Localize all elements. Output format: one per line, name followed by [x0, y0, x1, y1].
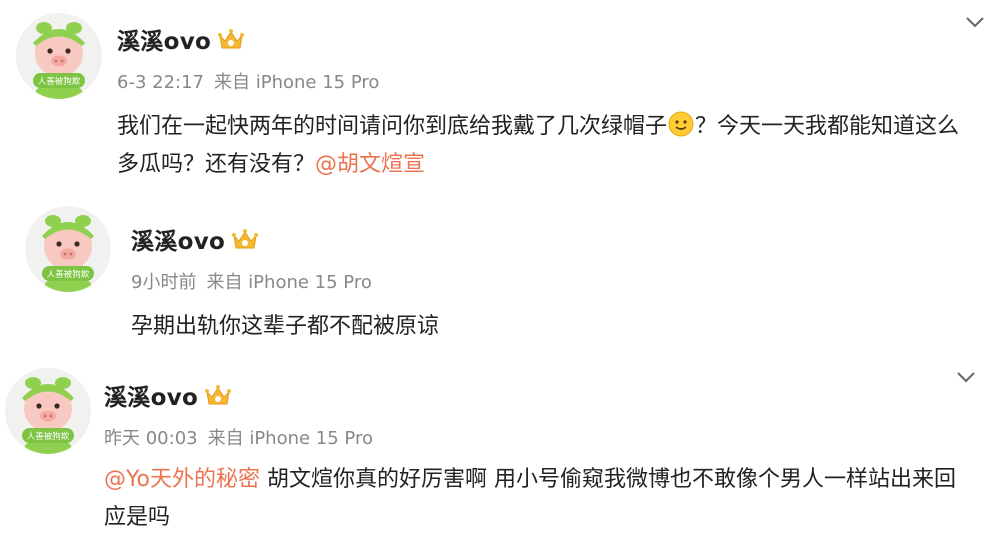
crown-icon [231, 228, 259, 252]
post-time[interactable]: 6-3 22:17 [117, 72, 204, 93]
post-content: 我们在一起快两年的时间请问你到底给我戴了几次绿帽子 ？今天一天我都能知道这么多瓜吗… [117, 108, 977, 184]
username[interactable]: 溪溪ovo [131, 222, 259, 256]
avatar-badge-text: 人善被狗欺 [38, 76, 81, 87]
mention-link[interactable]: @Yo天外的秘密 [104, 467, 260, 492]
avatar[interactable]: 人善被狗欺 [16, 13, 102, 99]
username[interactable]: 溪溪ovo [104, 378, 232, 412]
crown-icon [204, 384, 232, 408]
post-meta: 昨天 00:03 来自 iPhone 15 Pro [104, 424, 373, 450]
post-source: 来自 iPhone 15 Pro [214, 72, 380, 93]
post-1: 人善被狗欺 溪溪ovo 6-3 22:17 来自 iPhone 15 Pro 我们… [0, 0, 1000, 190]
username-text[interactable]: 溪溪ovo [104, 385, 198, 411]
smile-emoji-icon [668, 111, 694, 137]
post-text: 孕期出轨你这辈子都不配被原谅 [131, 314, 440, 339]
username-text[interactable]: 溪溪ovo [117, 29, 211, 55]
mention-link[interactable]: @胡文煊宣 [315, 152, 425, 177]
post-3: 人善被狗欺 溪溪ovo 昨天 00:03 来自 iPhone 15 Pro @Yo… [0, 350, 1000, 543]
post-content: @Yo天外的秘密 胡文煊你真的好厉害啊 用小号偷窥我微博也不敢像个男人一样站出来… [104, 461, 974, 537]
post-text: 我们在一起快两年的时间请问你到底给我戴了几次绿帽子 [117, 114, 668, 139]
crown-icon [217, 28, 245, 52]
username[interactable]: 溪溪ovo [117, 22, 245, 56]
username-text[interactable]: 溪溪ovo [131, 229, 225, 255]
post-2: 人善被狗欺 溪溪ovo 9小时前 来自 iPhone 15 Pro 孕期出轨你这辈… [0, 190, 1000, 350]
post-meta: 9小时前 来自 iPhone 15 Pro [131, 268, 372, 294]
chevron-down-icon[interactable] [961, 12, 989, 32]
avatar-badge-text: 人善被狗欺 [47, 269, 90, 280]
post-source: 来自 iPhone 15 Pro [207, 428, 373, 449]
pig-avatar-icon: 人善被狗欺 [33, 22, 85, 99]
chevron-down-icon[interactable] [952, 367, 980, 387]
post-source: 来自 iPhone 15 Pro [206, 272, 372, 293]
post-content: 孕期出轨你这辈子都不配被原谅 [131, 308, 971, 346]
post-meta: 6-3 22:17 来自 iPhone 15 Pro [117, 68, 379, 94]
avatar[interactable]: 人善被狗欺 [5, 368, 91, 454]
avatar[interactable]: 人善被狗欺 [25, 206, 111, 292]
pig-avatar-icon: 人善被狗欺 [42, 215, 94, 292]
pig-avatar-icon: 人善被狗欺 [22, 377, 74, 454]
post-time[interactable]: 昨天 00:03 [104, 428, 198, 449]
avatar-badge-text: 人善被狗欺 [27, 431, 70, 442]
post-time[interactable]: 9小时前 [131, 272, 196, 293]
